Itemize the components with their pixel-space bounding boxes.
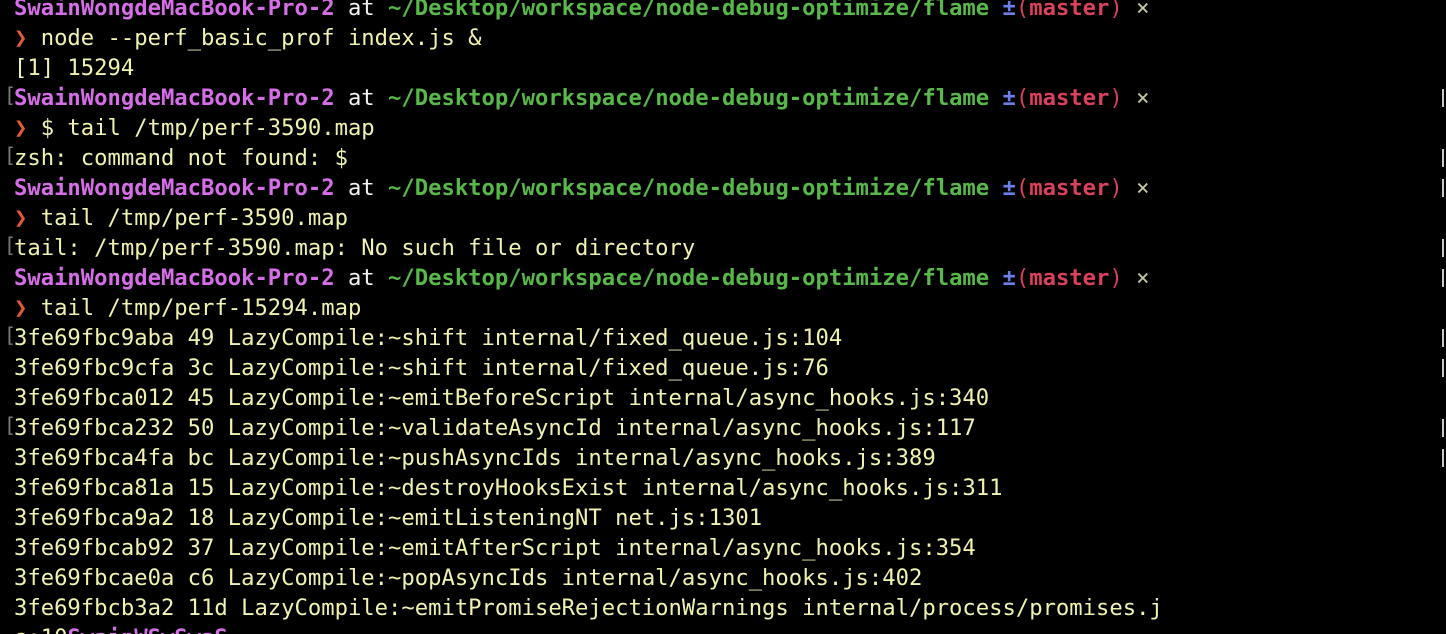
output-text: 3fe69fbc9aba 49 LazyCompile:~shift inter… [14,325,843,351]
prompt-arrow-icon [1149,265,1162,291]
prompt-arrow-icon [1149,175,1162,201]
output-line: 3fe69fbcb3a2 11d LazyCompile:~emitPromis… [14,593,1446,623]
output-line: 3fe69fbc9cfa 3c LazyCompile:~shift inter… [14,353,1446,383]
prompt-arrow-icon: ❯ [14,205,41,231]
command-text: node --perf_basic_prof index.js & [40,25,482,51]
git-symbol: ± [989,175,1016,201]
prompt-line: ❯ $ tail /tmp/perf-3590.map [14,113,1446,143]
git-symbol: ± [989,265,1016,291]
git-dirty-mark: × [1122,0,1150,21]
prompt-paren: ( [1015,175,1030,201]
git-branch: master [1029,85,1110,111]
git-dirty-mark: × [1122,85,1150,111]
output-text: 3fe69fbcae0a c6 LazyCompile:~popAsyncIds… [14,565,923,591]
line-marker-icon: [ [4,323,17,347]
line-marker-icon: [ [4,233,17,257]
git-branch: master [1029,175,1110,201]
prompt-paren: ) [1109,265,1123,291]
output-text: 3fe69fbca9a2 18 LazyCompile:~emitListeni… [14,505,763,531]
output-line: 3fe69fbcab92 37 LazyCompile:~emitAfterSc… [14,533,1446,563]
prompt-at: at [334,265,389,291]
prompt-path: ~/Desktop/workspace/node-debug-optimize/… [388,85,990,111]
prompt-paren: ( [1015,0,1030,21]
prompt-arrow-icon [1149,0,1162,21]
prompt-path: ~/Desktop/workspace/node-debug-optimize/… [388,175,990,201]
terminal-window[interactable]: SwainWongdeMacBook-Pro-2 at ~/Desktop/wo… [0,0,1446,634]
git-dirty-mark: × [1122,265,1150,291]
prompt-path: ~/Desktop/workspace/node-debug-optimize/… [388,265,990,291]
prompt-at: at [334,85,389,111]
output-line: 3fe69fbca232 50 LazyCompile:~validateAsy… [14,413,1446,443]
scroll-marker-icon [1442,179,1444,197]
scroll-marker-icon [1442,449,1444,467]
output-text: 3fe69fbca81a 15 LazyCompile:~destroyHook… [14,475,1003,501]
output-line: 3fe69fbcae0a c6 LazyCompile:~popAsyncIds… [14,563,1446,593]
output-text: 3fe69fbcb3a2 11d LazyCompile:~emitPromis… [14,595,1163,621]
prompt-arrow-icon: ❯ [14,295,41,321]
prompt-line: SwainWongdeMacBook-Pro-2 at ~/Desktop/wo… [14,83,1446,113]
output-text: 3fe69fbc9cfa 3c LazyCompile:~shift inter… [14,355,829,381]
command-text: tail /tmp/perf-3590.map [40,205,348,231]
command-text: $ tail /tmp/perf-3590.map [40,115,375,141]
git-symbol: ± [989,0,1016,21]
scroll-marker-icon [1442,89,1444,107]
output-line: 3fe69fbca012 45 LazyCompile:~emitBeforeS… [14,383,1446,413]
scroll-marker-icon [1442,329,1444,347]
prompt-arrow-icon: ❯ [14,115,41,141]
trailing-text: SwainWSwSwaS [67,625,227,634]
output-line: s:10SwainWSwSwaS [14,623,1446,634]
output-text: s:10 [14,625,67,634]
git-branch: master [1029,0,1110,21]
prompt-arrow-icon [1149,85,1162,111]
prompt-host: SwainWongdeMacBook-Pro-2 [14,85,335,111]
output-line: 3fe69fbca9a2 18 LazyCompile:~emitListeni… [14,503,1446,533]
prompt-path: ~/Desktop/workspace/node-debug-optimize/… [388,0,990,21]
line-marker-icon: [ [4,83,17,107]
output-text: zsh: command not found: $ [14,145,348,171]
prompt-at: at [334,0,389,21]
prompt-line: SwainWongdeMacBook-Pro-2 at ~/Desktop/wo… [14,263,1446,293]
prompt-host: SwainWongdeMacBook-Pro-2 [14,265,335,291]
git-branch: master [1029,265,1110,291]
output-line: 3fe69fbc9aba 49 LazyCompile:~shift inter… [14,323,1446,353]
command-text: tail /tmp/perf-15294.map [40,295,362,321]
prompt-paren: ) [1109,0,1123,21]
output-line: [1] 15294 [14,53,1446,83]
scroll-marker-icon [1442,359,1444,377]
line-marker-icon: [ [4,143,17,167]
prompt-at: at [334,175,389,201]
output-text: 3fe69fbca232 50 LazyCompile:~validateAsy… [14,415,976,441]
prompt-paren: ) [1109,175,1123,201]
prompt-line: ❯ tail /tmp/perf-15294.map [14,293,1446,323]
terminal-output: SwainWongdeMacBook-Pro-2 at ~/Desktop/wo… [14,0,1446,634]
line-marker-icon: [ [4,413,17,437]
scroll-marker-icon [1442,419,1444,437]
git-symbol: ± [989,85,1016,111]
output-line: 3fe69fbca4fa bc LazyCompile:~pushAsyncId… [14,443,1446,473]
prompt-line: SwainWongdeMacBook-Pro-2 at ~/Desktop/wo… [14,0,1446,23]
prompt-paren: ( [1015,265,1030,291]
prompt-line: SwainWongdeMacBook-Pro-2 at ~/Desktop/wo… [14,173,1446,203]
prompt-host: SwainWongdeMacBook-Pro-2 [14,175,335,201]
output-line: zsh: command not found: $ [14,143,1446,173]
git-dirty-mark: × [1122,175,1150,201]
output-text: tail: /tmp/perf-3590.map: No such file o… [14,235,696,261]
output-line: tail: /tmp/perf-3590.map: No such file o… [14,233,1446,263]
prompt-arrow-icon: ❯ [14,25,41,51]
output-line: 3fe69fbca81a 15 LazyCompile:~destroyHook… [14,473,1446,503]
prompt-paren: ( [1015,85,1030,111]
output-text: 3fe69fbca012 45 LazyCompile:~emitBeforeS… [14,385,990,411]
scroll-marker-icon [1442,239,1444,257]
output-text: [1] 15294 [14,55,135,81]
output-text: 3fe69fbca4fa bc LazyCompile:~pushAsyncId… [14,445,936,471]
prompt-line: ❯ tail /tmp/perf-3590.map [14,203,1446,233]
scroll-marker-icon [1442,269,1444,287]
output-text: 3fe69fbcab92 37 LazyCompile:~emitAfterSc… [14,535,976,561]
scroll-marker-icon [1442,149,1444,167]
prompt-paren: ) [1109,85,1123,111]
prompt-host: SwainWongdeMacBook-Pro-2 [14,0,335,21]
prompt-line: ❯ node --perf_basic_prof index.js & [14,23,1446,53]
